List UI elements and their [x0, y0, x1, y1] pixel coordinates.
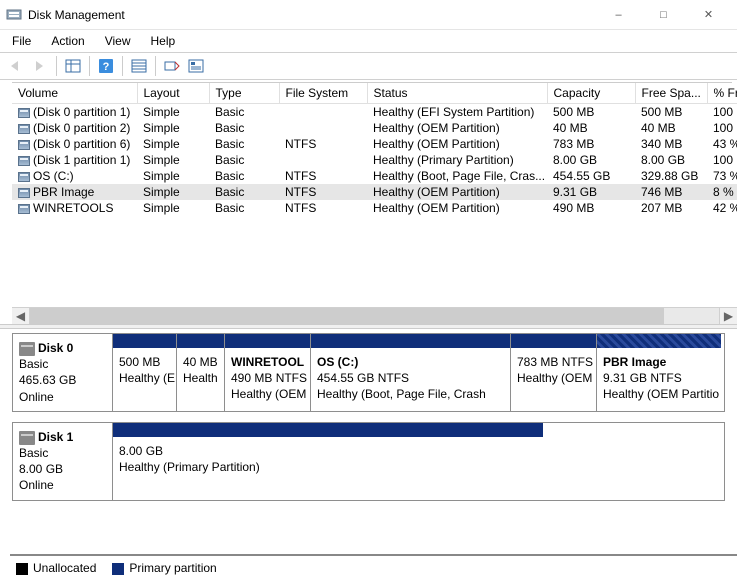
help-icon[interactable]: ? — [95, 55, 117, 77]
table-row[interactable]: WINRETOOLSSimpleBasicNTFSHealthy (OEM Pa… — [12, 200, 737, 216]
scroll-right-icon[interactable]: ▶ — [720, 308, 737, 325]
partition[interactable]: 8.00 GBHealthy (Primary Partition) — [113, 423, 543, 500]
titlebar: Disk Management ‒ □ ✕ — [0, 0, 737, 30]
maximize-button[interactable]: □ — [641, 1, 686, 29]
legend-primary: Primary partition — [112, 561, 216, 575]
detail-view-icon[interactable] — [62, 55, 84, 77]
partition[interactable]: 500 MBHealthy (EFI S — [113, 334, 177, 411]
volume-icon — [18, 108, 30, 118]
disk-diagram: Disk 0Basic465.63 GBOnline500 MBHealthy … — [0, 329, 737, 501]
partition[interactable]: PBR Image9.31 GB NTFSHealthy (OEM Partit… — [597, 334, 721, 411]
partition[interactable]: 783 MB NTFSHealthy (OEM — [511, 334, 597, 411]
menubar: File Action View Help — [0, 30, 737, 52]
svg-text:?: ? — [103, 61, 110, 73]
disk-label: Disk 1Basic8.00 GBOnline — [13, 423, 113, 500]
column-headers[interactable]: Volume Layout Type File System Status Ca… — [12, 83, 737, 104]
disk-icon — [19, 342, 35, 356]
volume-icon — [18, 172, 30, 182]
close-button[interactable]: ✕ — [686, 1, 731, 29]
menu-file[interactable]: File — [4, 32, 39, 50]
table-row[interactable]: (Disk 0 partition 1)SimpleBasicHealthy (… — [12, 104, 737, 121]
window-title: Disk Management — [28, 8, 596, 22]
volume-icon — [18, 156, 30, 166]
volume-list: Volume Layout Type File System Status Ca… — [0, 80, 737, 324]
disk-row[interactable]: Disk 1Basic8.00 GBOnline8.00 GBHealthy (… — [12, 422, 725, 501]
list-view-icon[interactable] — [128, 55, 150, 77]
volume-icon — [18, 188, 30, 198]
col-type: Type — [209, 83, 279, 104]
menu-help[interactable]: Help — [143, 32, 184, 50]
table-row[interactable]: (Disk 0 partition 2)SimpleBasicHealthy (… — [12, 120, 737, 136]
scroll-left-icon[interactable]: ◀ — [12, 308, 29, 325]
app-icon — [6, 7, 22, 23]
properties-icon[interactable] — [185, 55, 207, 77]
col-status: Status — [367, 83, 547, 104]
legend: Unallocated Primary partition — [10, 554, 737, 580]
horizontal-scrollbar[interactable]: ◀ ▶ — [12, 307, 737, 324]
volume-icon — [18, 204, 30, 214]
partition[interactable]: WINRETOOL490 MB NTFSHealthy (OEM — [225, 334, 311, 411]
forward-button[interactable] — [29, 55, 51, 77]
minimize-button[interactable]: ‒ — [596, 1, 641, 29]
volume-icon — [18, 140, 30, 150]
disk-row[interactable]: Disk 0Basic465.63 GBOnline500 MBHealthy … — [12, 333, 725, 412]
col-volume: Volume — [12, 83, 137, 104]
menu-view[interactable]: View — [97, 32, 139, 50]
partition[interactable]: OS (C:)454.55 GB NTFSHealthy (Boot, Page… — [311, 334, 511, 411]
disk-icon — [19, 431, 35, 445]
menu-action[interactable]: Action — [43, 32, 92, 50]
action-icon[interactable] — [161, 55, 183, 77]
col-capacity: Capacity — [547, 83, 635, 104]
table-row[interactable]: (Disk 1 partition 1)SimpleBasicHealthy (… — [12, 152, 737, 168]
table-row[interactable]: (Disk 0 partition 6)SimpleBasicNTFSHealt… — [12, 136, 737, 152]
table-row[interactable]: PBR ImageSimpleBasicNTFSHealthy (OEM Par… — [12, 184, 737, 200]
col-layout: Layout — [137, 83, 209, 104]
col-free: Free Spa... — [635, 83, 707, 104]
partition[interactable]: 40 MBHealth — [177, 334, 225, 411]
col-fs: File System — [279, 83, 367, 104]
disk-label: Disk 0Basic465.63 GBOnline — [13, 334, 113, 411]
toolbar: ? — [0, 52, 737, 80]
legend-unallocated: Unallocated — [16, 561, 96, 575]
col-pct: % Fr — [707, 83, 737, 104]
back-button[interactable] — [5, 55, 27, 77]
table-row[interactable]: OS (C:)SimpleBasicNTFSHealthy (Boot, Pag… — [12, 168, 737, 184]
volume-icon — [18, 124, 30, 134]
